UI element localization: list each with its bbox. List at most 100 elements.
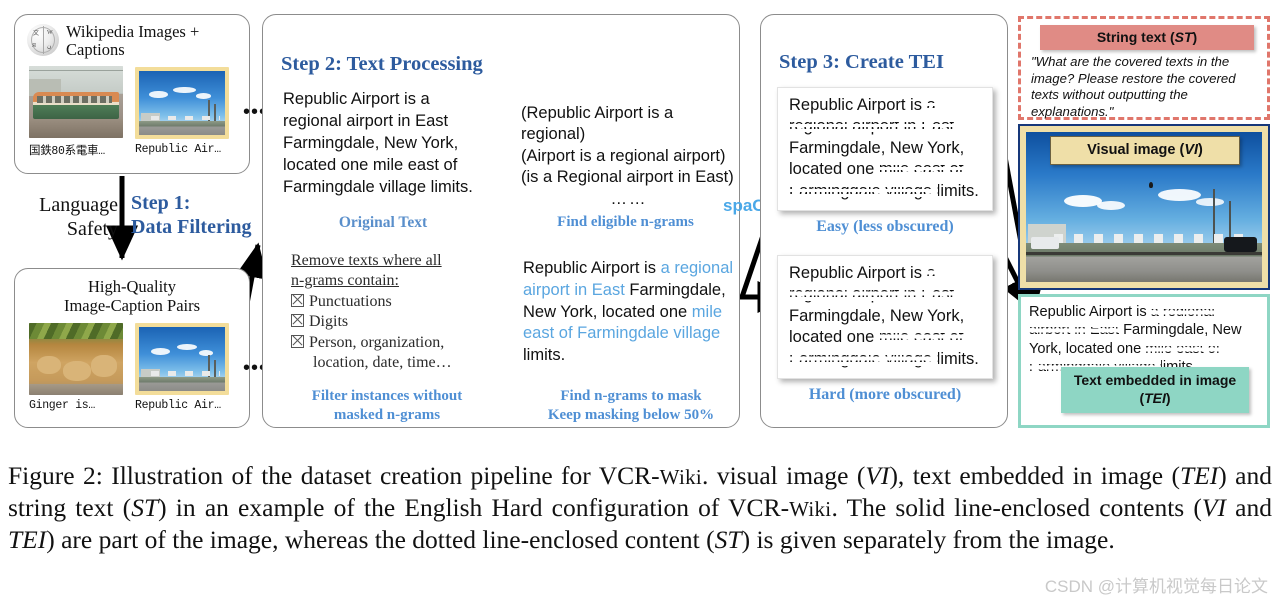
ngram-item: (Republic Airport is a regional)	[521, 104, 674, 144]
seg-plain: Republic Airport is	[523, 259, 661, 277]
plain-seg: located one	[789, 328, 879, 347]
caption-var-tei2: TEI	[8, 525, 47, 555]
chip-label-post: )	[1192, 29, 1198, 45]
chip-label-var: TEI	[1144, 389, 1166, 406]
tei-line: Republic Airport is a regional	[1029, 303, 1260, 321]
panel-step2-text-processing: Step 2: Text Processing Republic Airport…	[262, 14, 774, 428]
checkbox-x-icon	[291, 334, 304, 348]
watermark: CSDN @计算机视觉每日论文	[1044, 577, 1268, 596]
step1-line1: Step 1:	[131, 192, 191, 214]
visual-image-chip: Visual image (VI)	[1050, 136, 1240, 165]
panel-high-quality-pairs: High-Quality Image-Caption Pairs Ginger …	[14, 268, 290, 428]
thumb-caption: Republic Air…	[135, 143, 221, 157]
masked-seg: regional airport in East	[789, 117, 955, 136]
card-line: Farmingdale village limits.	[789, 349, 983, 370]
filter-item-label: Punctuations	[309, 292, 392, 310]
step1-line2: Data Filtering	[131, 216, 252, 239]
find-ngrams-to-mask-label: Find n-grams to mask Keep masking below …	[525, 387, 737, 425]
ginger-market-photo	[29, 323, 123, 396]
caption-var-st: ST	[131, 493, 159, 523]
masked-seg: mile east of	[878, 160, 964, 179]
thumb-caption: Ginger is…	[29, 399, 96, 413]
caption-seg: ) are part of the image, whereas the dot…	[46, 525, 715, 555]
language-safety-label: Language Safety	[8, 194, 118, 241]
chip-label-post: )	[1198, 142, 1203, 158]
plain-seg: located one	[789, 160, 879, 179]
string-text-quote: "What are the covered texts in the image…	[1031, 54, 1236, 119]
tei-chip: Text embedded in image (TEI)	[1061, 367, 1249, 413]
panel-title: High-Quality Image-Caption Pairs	[15, 269, 249, 315]
masked-seg: mile east of	[1145, 340, 1220, 357]
filter-instances-label: Filter instances without masked n-grams	[281, 387, 493, 425]
japanese-train-photo	[29, 65, 123, 138]
masked-seg: regional airport in East	[789, 285, 955, 304]
thumb-caption: 国鉄80系電車…	[29, 144, 105, 158]
panel-wikipedia-source: 文 W Я ن Wikipedia Images + Captions 国鉄80…	[14, 14, 290, 174]
plain-seg: Republic Airport is	[1029, 304, 1151, 320]
plain-seg: Farmingdale, New York,	[789, 306, 965, 325]
chip-label-post: )	[1165, 389, 1171, 406]
list-item: 国鉄80系電車…	[29, 65, 123, 158]
list-item: Ginger is…	[29, 323, 123, 412]
caption-seg: . The solid line-enclosed contents (	[831, 493, 1202, 523]
card-line: Farmingdale, New York,	[789, 306, 983, 327]
masked-preview-text: Republic Airport is a regional airport i…	[523, 258, 735, 367]
mask-label-line1: Find n-grams to mask	[560, 388, 702, 404]
caption-var-st2: ST	[714, 525, 742, 555]
caption-var-tei: TEI	[1180, 461, 1219, 490]
plain-seg: Republic Airport is	[789, 264, 927, 282]
tei-card-easy: Republic Airport is a regional airport i…	[777, 87, 993, 212]
figure-caption: Figure 2: Illustration of the dataset cr…	[8, 460, 1272, 556]
caption-var-vi2: VI	[1201, 493, 1226, 523]
caption-seg: Figure 2: Illustration of the dataset cr…	[8, 461, 660, 490]
filter-label-line2: masked n-grams	[333, 406, 441, 423]
filter-item-continued: location, date, time…	[313, 354, 452, 372]
language-safety-line1: Language	[39, 194, 118, 216]
chip-label-line1: Text embedded in image	[1073, 372, 1237, 388]
masked-seg: Farmingdale village	[789, 181, 937, 200]
republic-airport-photo	[135, 323, 229, 396]
seg-plain: limits.	[523, 346, 566, 365]
tei-line: airport in East Farmingdale, New	[1029, 321, 1260, 339]
checkbox-x-icon	[291, 314, 304, 328]
thumb-caption: Republic Air…	[135, 399, 221, 413]
step3-heading-text: Step 3: Create TEI	[779, 51, 944, 73]
plain-seg: limits.	[936, 181, 979, 200]
string-text-box: String text (ST) "What are the covered t…	[1018, 16, 1270, 120]
masked-seg: mile east of	[878, 328, 964, 347]
chip-label-var: ST	[1174, 29, 1193, 45]
original-text-label: Original Text	[338, 214, 428, 231]
caption-seg: ) in an example of the English Hard conf…	[158, 493, 790, 523]
step2-heading: Step 2: Text Processing	[281, 53, 483, 75]
card-line: regional airport in East	[789, 284, 983, 305]
panel-title-line2: Image-Caption Pairs	[63, 296, 201, 316]
tei-obscured-text: Republic Airport is a regional airport i…	[1029, 303, 1260, 377]
caption-seg: ), text embedded in image (	[889, 461, 1181, 490]
plain-seg: limits.	[936, 349, 979, 368]
tei-line: York, located one mile east of	[1029, 340, 1260, 358]
hq-thumb-row: Ginger is… Republic Air… ••••••	[15, 315, 290, 413]
card-line: Farmingdale, New York,	[789, 138, 983, 159]
language-safety-line2: Safety	[66, 217, 118, 240]
ngram-list: (Republic Airport is a regional) (Airpor…	[521, 103, 737, 210]
visual-image-box: Visual image (VI)	[1018, 124, 1270, 290]
chip-label-pre: String text (	[1096, 29, 1175, 45]
ngram-ellipsis: ……	[610, 189, 648, 208]
card-line: Republic Airport is a	[789, 95, 983, 116]
caption-seg: ) is given separately from the image.	[741, 525, 1115, 555]
filter-item-label: Person, organization,	[309, 333, 445, 351]
ngram-item: (Airport is a regional airport)	[521, 146, 726, 165]
filter-item: Punctuations	[291, 292, 491, 312]
wikipedia-header: 文 W Я ن Wikipedia Images + Captions	[15, 15, 249, 60]
card-line: Farmingdale village limits.	[789, 181, 983, 202]
masked-seg: a regional	[1150, 304, 1215, 320]
filter-heading-line1: Remove texts where all	[291, 252, 442, 269]
wikipedia-globe-icon: 文 W Я ن	[27, 24, 59, 56]
chip-label-pre: Visual image (	[1087, 142, 1185, 158]
mask-label-line2: Keep masking below 50%	[547, 406, 715, 423]
filter-item: Digits	[291, 312, 491, 332]
card-line: located one mile east of	[789, 159, 983, 180]
source-thumb-row: 国鉄80系電車… Republic Air… ••••••	[15, 60, 290, 158]
original-text: Republic Airport is a regional airport i…	[283, 90, 473, 196]
card-line: located one mile east of	[789, 327, 983, 348]
